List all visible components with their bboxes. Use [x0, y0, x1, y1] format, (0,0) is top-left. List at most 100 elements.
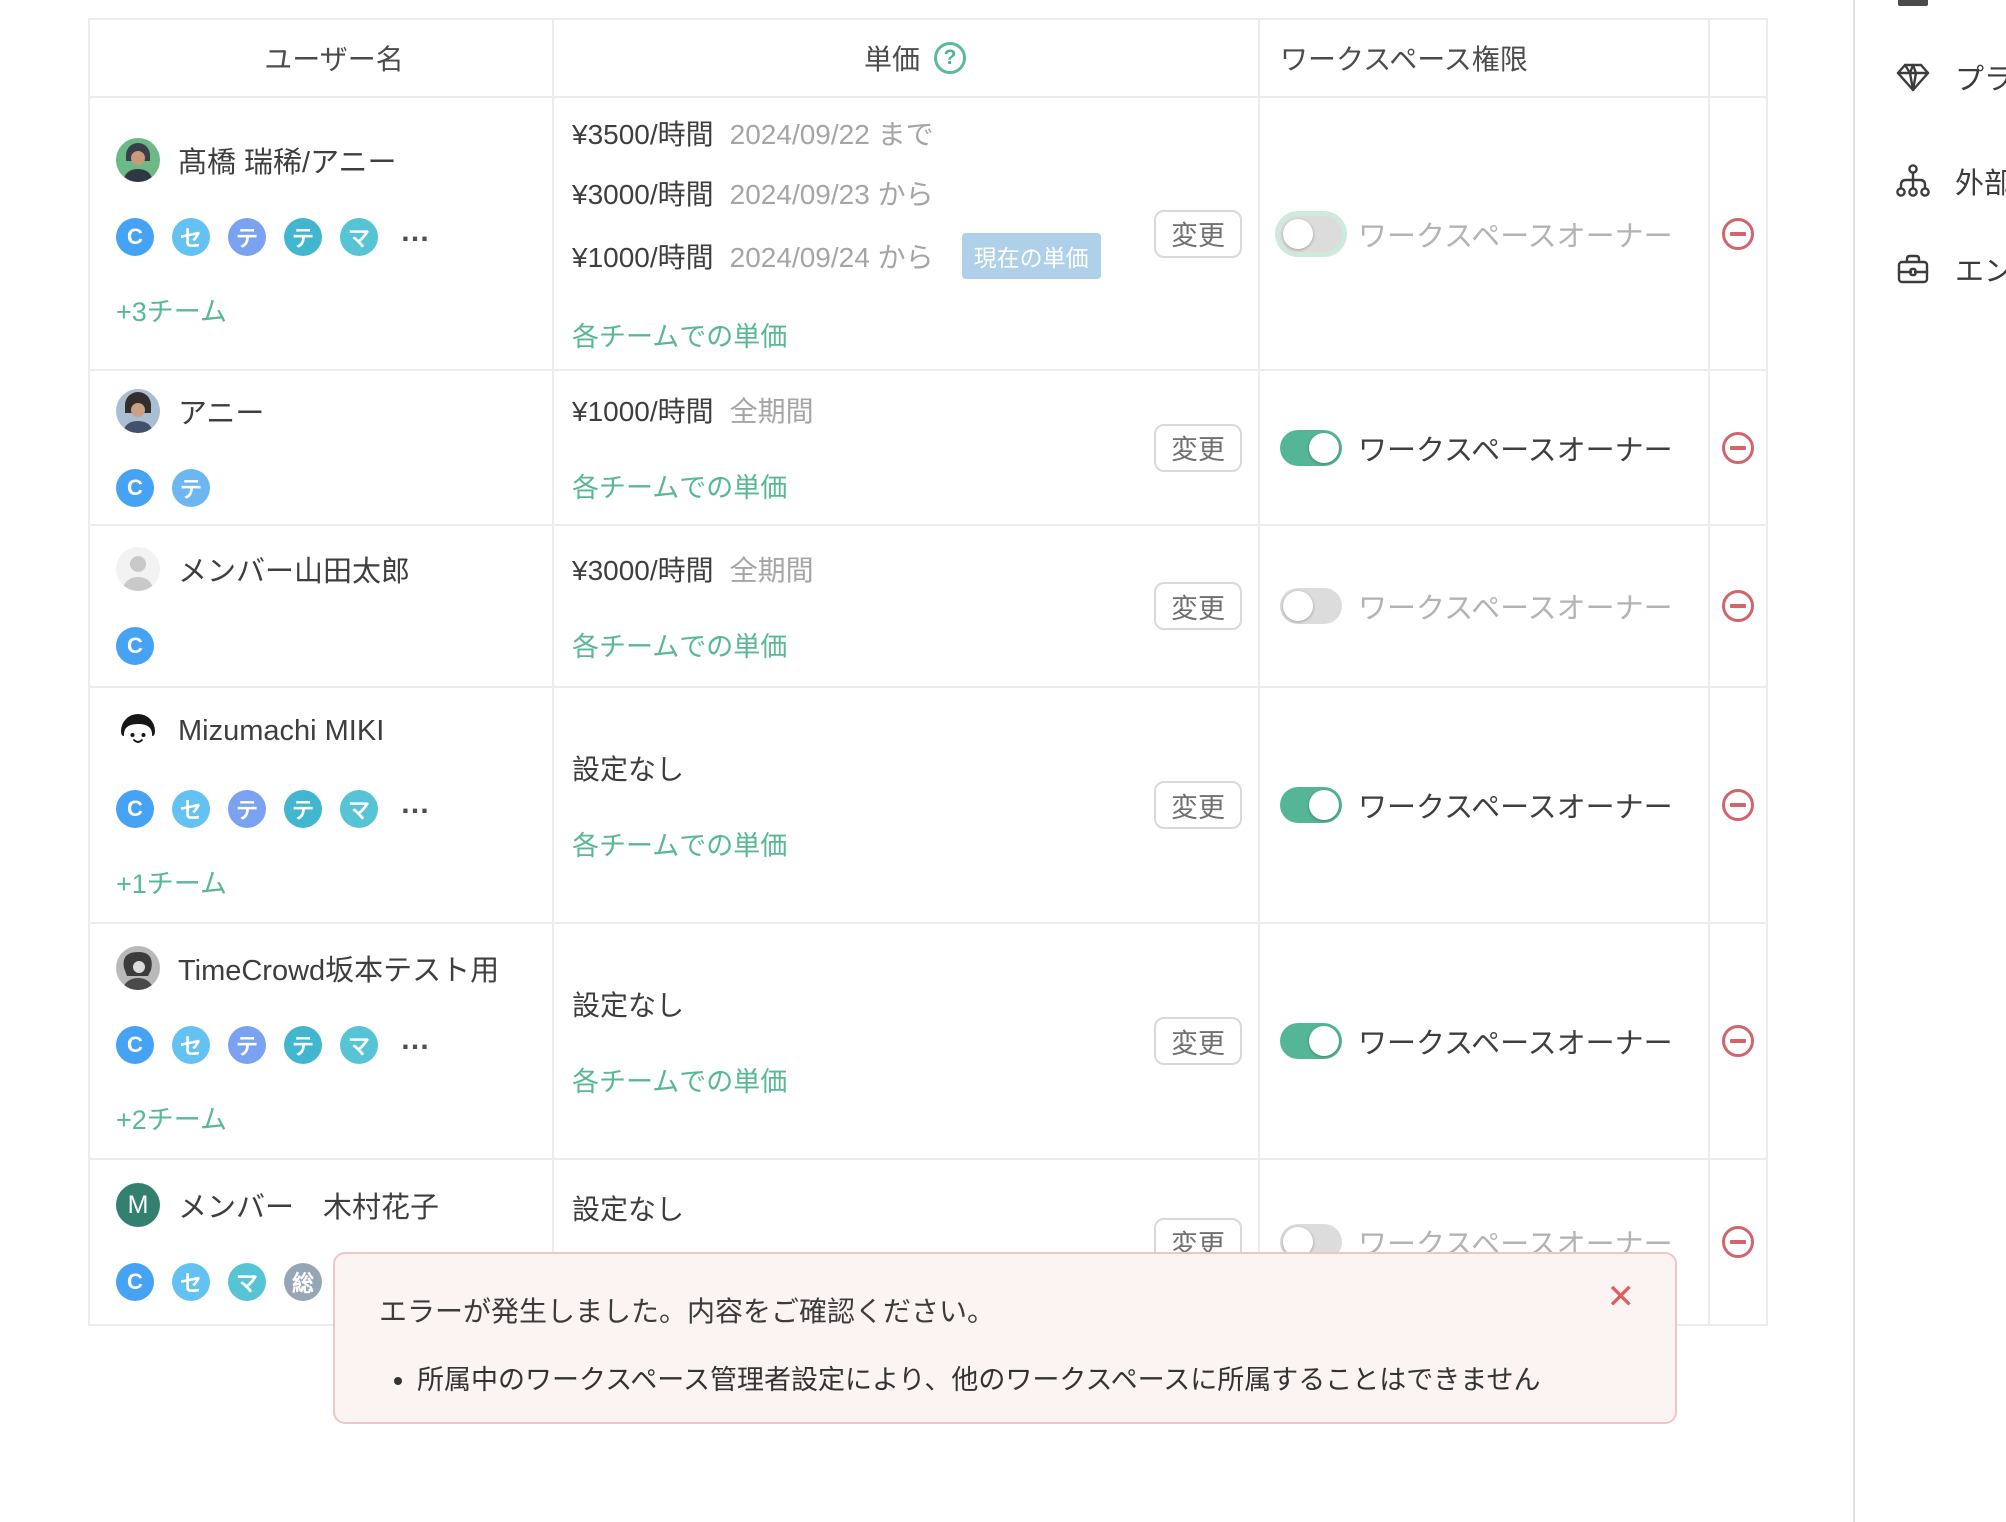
- change-rate-button[interactable]: 変更: [1154, 1017, 1242, 1065]
- avatar: [116, 710, 160, 754]
- team-rate-link[interactable]: 各チームでの単価: [572, 824, 1258, 863]
- table-row: メンバー山田太郎 C ¥3000/時間全期間 各チームでの単価 変更 ワークスペ…: [90, 526, 1766, 688]
- external-org-icon: [1893, 161, 1933, 201]
- avatar: [116, 547, 160, 591]
- user-name: メンバー山田太郎: [178, 548, 410, 590]
- user-cell: TimeCrowd坂本テスト用 C セ テ テ マ … +2チーム: [90, 924, 554, 1158]
- col-header-user: ユーザー名: [90, 20, 554, 96]
- error-alert-item: 所属中のワークスペース管理者設定により、他のワークスペースに所属することはできま…: [417, 1358, 1631, 1397]
- user-name: Mizumachi MIKI: [178, 715, 384, 748]
- remove-user-icon[interactable]: [1722, 218, 1754, 250]
- toggle-knob: [1309, 433, 1339, 463]
- error-alert-title: エラーが発生しました。内容をご確認ください。: [379, 1290, 1631, 1330]
- team-badge[interactable]: マ: [340, 790, 378, 828]
- workspace-owner-toggle[interactable]: [1280, 430, 1342, 466]
- team-badge[interactable]: C: [116, 1263, 154, 1301]
- team-badge[interactable]: マ: [228, 1263, 266, 1301]
- change-rate-button[interactable]: 変更: [1154, 582, 1242, 630]
- user-name: 髙橋 瑞稀/アニー: [178, 139, 397, 181]
- sidebar-item-plan[interactable]: プラ: [1893, 56, 2006, 98]
- sidebar-item-enterprise[interactable]: エン: [1893, 248, 2006, 290]
- current-rate-badge: 現在の単価: [962, 233, 1101, 279]
- user-cell: メンバー山田太郎 C: [90, 526, 554, 686]
- actions-cell: [1710, 1160, 1766, 1324]
- team-badge[interactable]: テ: [228, 790, 266, 828]
- team-badge[interactable]: 総: [284, 1263, 322, 1301]
- sidebar-item-external[interactable]: 外部: [1893, 160, 2006, 202]
- table-header-row: ユーザー名 単価 ? ワークスペース権限: [90, 20, 1766, 98]
- remove-user-icon[interactable]: [1722, 789, 1754, 821]
- help-icon[interactable]: ?: [934, 42, 966, 74]
- remove-user-icon[interactable]: [1722, 1025, 1754, 1057]
- rate-cell: 設定なし 各チームでの単価 変更: [554, 688, 1260, 922]
- team-badge[interactable]: テ: [284, 218, 322, 256]
- rate-none-label: 設定なし: [572, 984, 1258, 1024]
- avatar: [116, 138, 160, 182]
- user-cell: Mizumachi MIKI C セ テ テ マ … +1チーム: [90, 688, 554, 922]
- permission-label: ワークスペースオーナー: [1358, 585, 1673, 627]
- change-rate-button[interactable]: 変更: [1154, 781, 1242, 829]
- workspace-members-page: ユーザー名 単価 ? ワークスペース権限 髙橋 瑞稀/アニー C セ: [0, 0, 2006, 1522]
- team-badge[interactable]: C: [116, 627, 154, 665]
- user-cell: アニー C テ: [90, 371, 554, 524]
- partial-top-icon: [1898, 0, 1928, 6]
- team-rate-link[interactable]: 各チームでの単価: [572, 466, 1258, 505]
- team-badge[interactable]: セ: [172, 1026, 210, 1064]
- toggle-knob: [1283, 219, 1313, 249]
- toggle-knob: [1309, 790, 1339, 820]
- workspace-owner-toggle[interactable]: [1280, 787, 1342, 823]
- extra-teams-link[interactable]: +2チーム: [116, 1098, 552, 1137]
- table-row: 髙橋 瑞稀/アニー C セ テ テ マ … +3チーム ¥3500/時間2024…: [90, 98, 1766, 371]
- permission-label: ワークスペースオーナー: [1358, 784, 1673, 826]
- actions-cell: [1710, 924, 1766, 1158]
- change-rate-button[interactable]: 変更: [1154, 424, 1242, 472]
- error-alert: エラーが発生しました。内容をご確認ください。 ✕ 所属中のワークスペース管理者設…: [333, 1252, 1677, 1424]
- team-badge[interactable]: C: [116, 1026, 154, 1064]
- sidebar-item-label: エン: [1955, 248, 2006, 290]
- sidebar-item-label: プラ: [1955, 56, 2006, 98]
- close-icon[interactable]: ✕: [1607, 1280, 1636, 1314]
- enterprise-briefcase-icon: [1893, 249, 1933, 289]
- remove-user-icon[interactable]: [1722, 432, 1754, 464]
- workspace-owner-toggle[interactable]: [1280, 1023, 1342, 1059]
- toggle-knob: [1309, 1026, 1339, 1056]
- workspace-owner-toggle[interactable]: [1280, 588, 1342, 624]
- team-badge[interactable]: マ: [340, 218, 378, 256]
- team-badge[interactable]: C: [116, 218, 154, 256]
- team-badge[interactable]: テ: [228, 218, 266, 256]
- team-badge[interactable]: テ: [228, 1026, 266, 1064]
- members-table: ユーザー名 単価 ? ワークスペース権限 髙橋 瑞稀/アニー C セ: [88, 18, 1768, 1326]
- sidebar-divider: [1853, 0, 1855, 1522]
- avatar: [116, 946, 160, 990]
- extra-teams-link[interactable]: +1チーム: [116, 862, 552, 901]
- team-badge[interactable]: マ: [340, 1026, 378, 1064]
- rate-cell: ¥3500/時間2024/09/22 まで ¥3000/時間2024/09/23…: [554, 98, 1260, 369]
- team-badge[interactable]: セ: [172, 1263, 210, 1301]
- permission-label: ワークスペースオーナー: [1358, 1020, 1673, 1062]
- team-badge[interactable]: テ: [284, 790, 322, 828]
- col-header-actions: [1710, 20, 1766, 96]
- rate-cell: ¥3000/時間全期間 各チームでの単価 変更: [554, 526, 1260, 686]
- team-badge[interactable]: テ: [284, 1026, 322, 1064]
- remove-user-icon[interactable]: [1722, 590, 1754, 622]
- team-badge[interactable]: C: [116, 469, 154, 507]
- workspace-owner-toggle[interactable]: [1280, 216, 1342, 252]
- permission-label: ワークスペースオーナー: [1358, 427, 1673, 469]
- team-badge[interactable]: テ: [172, 469, 210, 507]
- team-rate-link[interactable]: 各チームでの単価: [572, 1060, 1258, 1099]
- more-badges-ellipsis[interactable]: …: [400, 787, 432, 821]
- team-rate-link[interactable]: 各チームでの単価: [572, 625, 1258, 664]
- more-badges-ellipsis[interactable]: …: [400, 215, 432, 249]
- permission-cell: ワークスペースオーナー: [1260, 371, 1710, 524]
- team-badge[interactable]: セ: [172, 790, 210, 828]
- error-alert-list: 所属中のワークスペース管理者設定により、他のワークスペースに所属することはできま…: [379, 1358, 1631, 1397]
- extra-teams-link[interactable]: +3チーム: [116, 290, 552, 329]
- team-rate-link[interactable]: 各チームでの単価: [572, 315, 1258, 354]
- toggle-knob: [1283, 591, 1313, 621]
- team-badge[interactable]: C: [116, 790, 154, 828]
- table-row: Mizumachi MIKI C セ テ テ マ … +1チーム 設定なし 各チ…: [90, 688, 1766, 924]
- more-badges-ellipsis[interactable]: …: [400, 1023, 432, 1057]
- remove-user-icon[interactable]: [1722, 1226, 1754, 1258]
- change-rate-button[interactable]: 変更: [1154, 210, 1242, 258]
- team-badge[interactable]: セ: [172, 218, 210, 256]
